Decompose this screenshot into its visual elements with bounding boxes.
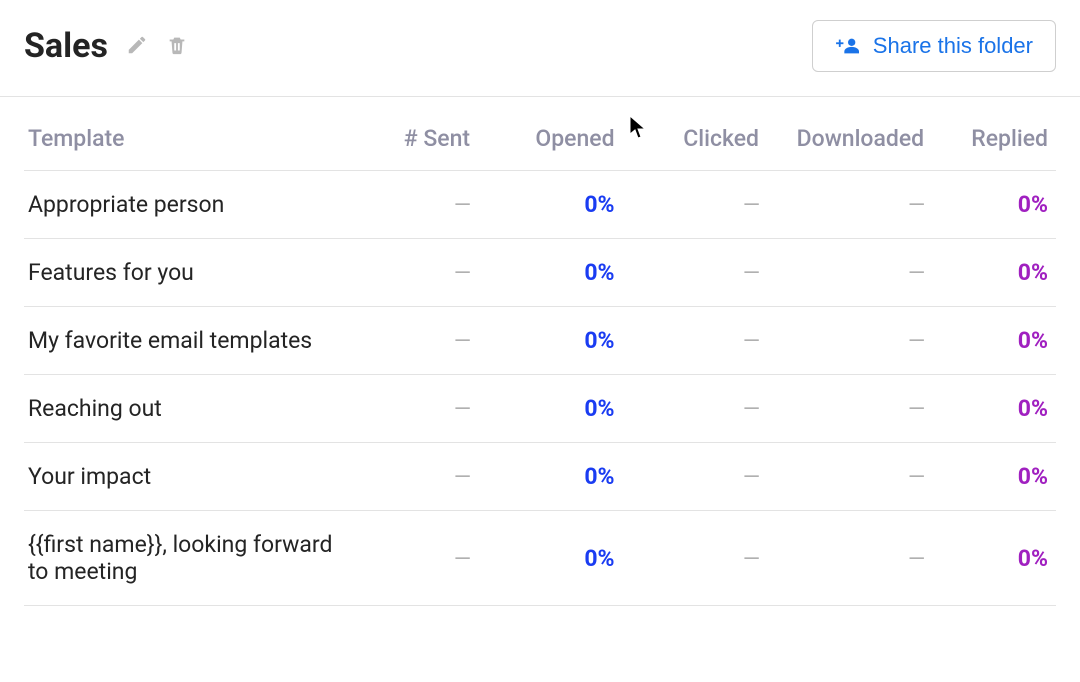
col-header-opened[interactable]: Opened [478,97,622,171]
col-header-template[interactable]: Template [24,97,354,171]
cell-opened: 0% [478,239,622,307]
cell-downloaded: — [767,239,932,307]
table-row[interactable]: Your impact — 0% — — 0% [24,443,1056,511]
opened-value: 0% [584,327,614,354]
replied-value: 0% [1018,545,1048,572]
opened-value: 0% [584,259,614,286]
table-header-row: Template # Sent Opened Clicked Downloade… [24,97,1056,171]
dash-value: — [908,397,924,422]
dash-value: — [454,261,470,286]
person-add-icon [835,35,861,57]
cell-opened: 0% [478,511,622,606]
dash-value: — [908,329,924,354]
cell-replied: 0% [932,171,1056,239]
cell-sent: — [354,511,478,606]
cell-downloaded: — [767,375,932,443]
dash-value: — [743,329,759,354]
cell-sent: — [354,375,478,443]
cell-template: {{first name}}, looking forward to meeti… [24,511,354,606]
templates-table: Template # Sent Opened Clicked Downloade… [24,97,1056,606]
dash-value: — [454,465,470,490]
table-row[interactable]: Features for you — 0% — — 0% [24,239,1056,307]
col-header-sent[interactable]: # Sent [354,97,478,171]
col-header-replied[interactable]: Replied [932,97,1056,171]
dash-value: — [743,193,759,218]
replied-value: 0% [1018,327,1048,354]
dash-value: — [454,547,470,572]
cell-sent: — [354,171,478,239]
cell-template: My favorite email templates [24,307,354,375]
page-header: Sales Share this folder [0,0,1080,97]
cell-replied: 0% [932,307,1056,375]
cell-template: Reaching out [24,375,354,443]
cell-replied: 0% [932,239,1056,307]
title-area: Sales [24,26,188,66]
cell-clicked: — [623,443,767,511]
table-row[interactable]: Reaching out — 0% — — 0% [24,375,1056,443]
cell-opened: 0% [478,443,622,511]
dash-value: — [454,397,470,422]
edit-button[interactable] [126,34,148,59]
dash-value: — [743,465,759,490]
pencil-icon [126,34,148,59]
col-header-downloaded[interactable]: Downloaded [767,97,932,171]
cell-template: Appropriate person [24,171,354,239]
dash-value: — [908,193,924,218]
opened-value: 0% [584,395,614,422]
share-folder-button[interactable]: Share this folder [812,20,1056,72]
table-row[interactable]: Appropriate person — 0% — — 0% [24,171,1056,239]
cell-downloaded: — [767,443,932,511]
cell-downloaded: — [767,511,932,606]
cell-downloaded: — [767,171,932,239]
dash-value: — [743,261,759,286]
dash-value: — [454,329,470,354]
opened-value: 0% [584,545,614,572]
trash-icon [166,34,188,59]
cell-clicked: — [623,375,767,443]
cell-replied: 0% [932,443,1056,511]
cell-clicked: — [623,307,767,375]
table-row[interactable]: {{first name}}, looking forward to meeti… [24,511,1056,606]
opened-value: 0% [584,463,614,490]
col-header-clicked[interactable]: Clicked [623,97,767,171]
dash-value: — [743,397,759,422]
cell-sent: — [354,307,478,375]
replied-value: 0% [1018,463,1048,490]
cell-clicked: — [623,511,767,606]
cell-opened: 0% [478,375,622,443]
cell-replied: 0% [932,375,1056,443]
page-title: Sales [24,26,108,66]
delete-button[interactable] [166,34,188,59]
replied-value: 0% [1018,395,1048,422]
cell-template: Features for you [24,239,354,307]
cell-template: Your impact [24,443,354,511]
cell-downloaded: — [767,307,932,375]
dash-value: — [454,193,470,218]
share-button-label: Share this folder [873,33,1033,59]
cell-sent: — [354,443,478,511]
cell-clicked: — [623,239,767,307]
templates-table-wrap: Template # Sent Opened Clicked Downloade… [0,97,1080,606]
replied-value: 0% [1018,259,1048,286]
table-row[interactable]: My favorite email templates — 0% — — 0% [24,307,1056,375]
dash-value: — [908,547,924,572]
opened-value: 0% [584,191,614,218]
cell-replied: 0% [932,511,1056,606]
cell-opened: 0% [478,171,622,239]
cell-sent: — [354,239,478,307]
cell-opened: 0% [478,307,622,375]
replied-value: 0% [1018,191,1048,218]
dash-value: — [743,547,759,572]
dash-value: — [908,261,924,286]
cell-clicked: — [623,171,767,239]
dash-value: — [908,465,924,490]
